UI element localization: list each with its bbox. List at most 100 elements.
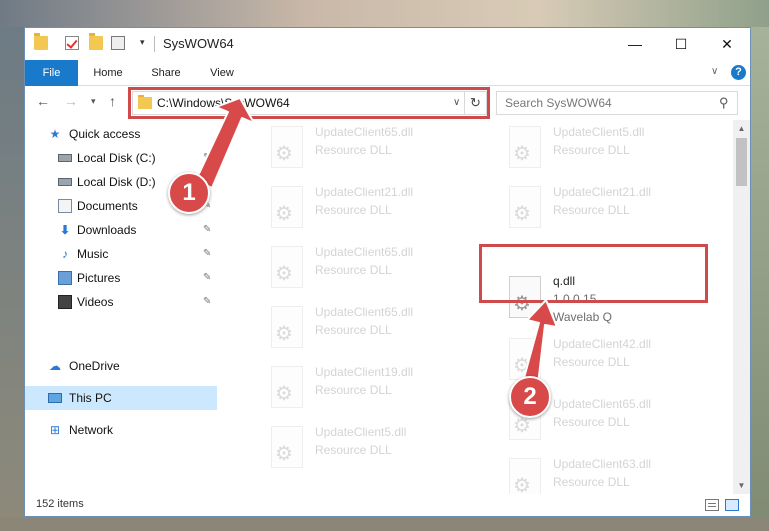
file-name: UpdateClient65.dll [553, 397, 652, 411]
file-item[interactable]: ⚙ UpdateClient65.dll Resource DLL [241, 242, 471, 292]
address-bar-highlight [128, 87, 490, 119]
nav-item-local-disk-c[interactable]: Local Disk (C:) ✎ [25, 146, 217, 170]
file-name: UpdateClient65.dll [315, 125, 414, 139]
window-title: SysWOW64 [163, 36, 234, 51]
nav-item-this-pc[interactable]: This PC [25, 386, 217, 410]
large-icons-view-icon[interactable] [725, 499, 739, 511]
title-bar: ▾ SysWOW64 — ☐ ✕ [25, 28, 750, 60]
expand-ribbon-chevron-icon[interactable]: ∨ [711, 66, 718, 77]
scroll-up-arrow-icon[interactable]: ▲ [733, 120, 750, 137]
nav-item-label: This PC [69, 391, 112, 405]
nav-item-label: Videos [77, 295, 114, 309]
folder-icon [34, 33, 48, 50]
help-icon[interactable]: ? [731, 65, 746, 80]
desktop-background-bottom [0, 517, 769, 531]
file-name: UpdateClient5.dll [315, 425, 407, 439]
nav-item-videos[interactable]: Videos ✎ [25, 290, 217, 314]
pin-icon[interactable]: ✎ [203, 272, 211, 283]
file-item[interactable]: ⚙ UpdateClient63.dll Resource DLL [479, 454, 709, 494]
dll-file-icon: ⚙ [267, 186, 307, 230]
videos-icon [58, 295, 72, 309]
nav-item-label: Quick access [69, 127, 141, 141]
onedrive-icon: ☁ [49, 359, 61, 373]
tab-home[interactable]: Home [82, 60, 134, 86]
pin-icon[interactable]: ✎ [203, 296, 211, 307]
vertical-scrollbar[interactable]: ▲ ▼ [733, 120, 750, 494]
file-type: Resource DLL [315, 323, 392, 337]
pin-icon[interactable]: ✎ [203, 224, 211, 235]
nav-item-network[interactable]: ⊞ Network [25, 418, 217, 442]
nav-item-label: OneDrive [69, 359, 120, 373]
dll-file-icon: ⚙ [267, 246, 307, 290]
file-name: UpdateClient42.dll [553, 337, 652, 351]
quick-access-toolbar-dropdown-icon[interactable]: ▾ [140, 37, 145, 48]
dll-file-icon: ⚙ [267, 306, 307, 350]
file-company: Wavelab Q [553, 310, 612, 324]
star-icon: ★ [49, 127, 61, 141]
step-2-badge: 2 [509, 376, 551, 418]
recent-locations-chevron-icon[interactable]: ▾ [91, 96, 96, 107]
nav-item-label: Documents [77, 199, 138, 213]
file-item[interactable]: ⚙ UpdateClient42.dll Resource DLL [479, 334, 709, 384]
ribbon-tabs: File Home Share View ∨ ? [25, 60, 750, 86]
file-name: UpdateClient5.dll [553, 125, 645, 139]
tab-file[interactable]: File [25, 60, 78, 86]
close-button[interactable]: ✕ [704, 28, 750, 60]
tab-view[interactable]: View [197, 60, 247, 86]
dll-file-icon: ⚙ [267, 366, 307, 410]
file-item[interactable]: ⚙ UpdateClient21.dll Resource DLL [241, 182, 471, 232]
nav-item-music[interactable]: ♪ Music ✎ [25, 242, 217, 266]
search-placeholder[interactable]: Search SysWOW64 [505, 96, 612, 110]
new-folder-icon[interactable] [89, 33, 103, 50]
nav-item-label: Downloads [77, 223, 137, 237]
file-name: UpdateClient63.dll [553, 457, 652, 471]
file-item[interactable]: ⚙ UpdateClient65.dll Resource DLL [241, 302, 471, 352]
desktop-background-right [751, 27, 769, 531]
nav-item-pictures[interactable]: Pictures ✎ [25, 266, 217, 290]
file-type: Resource DLL [315, 443, 392, 457]
file-type: Resource DLL [553, 143, 630, 157]
file-type: Resource DLL [553, 203, 630, 217]
nav-item-quick-access[interactable]: ★ Quick access [25, 122, 217, 146]
customize-view-icon[interactable] [111, 36, 125, 50]
file-type: Resource DLL [315, 383, 392, 397]
forward-arrow-icon[interactable]: → [64, 93, 78, 109]
file-name: UpdateClient65.dll [315, 305, 414, 319]
desktop-background-left [0, 27, 24, 531]
pin-icon[interactable]: ✎ [203, 248, 211, 259]
maximize-button[interactable]: ☐ [658, 28, 704, 60]
search-icon[interactable]: ⚲ [719, 95, 729, 111]
minimize-button[interactable]: — [612, 28, 658, 60]
pin-icon[interactable]: ✎ [203, 152, 211, 163]
file-item[interactable]: ⚙ UpdateClient65.dll Resource DLL [241, 122, 471, 172]
network-icon: ⊞ [49, 423, 61, 437]
file-item[interactable]: ⚙ UpdateClient5.dll Resource DLL [479, 122, 709, 172]
scroll-down-arrow-icon[interactable]: ▼ [733, 477, 750, 494]
nav-item-onedrive[interactable]: ☁ OneDrive [25, 354, 217, 378]
tab-share[interactable]: Share [139, 60, 193, 86]
properties-check-icon[interactable] [65, 36, 79, 50]
desktop-background-top [0, 0, 769, 27]
downloads-icon: ⬇ [59, 223, 71, 237]
scroll-thumb[interactable] [736, 138, 747, 186]
file-type: Resource DLL [315, 203, 392, 217]
dll-file-icon: ⚙ [267, 126, 307, 170]
music-icon: ♪ [62, 247, 68, 261]
back-arrow-icon[interactable]: ← [36, 93, 50, 109]
file-item[interactable]: ⚙ UpdateClient21.dll Resource DLL [479, 182, 709, 232]
item-count: 152 items [36, 498, 84, 510]
up-arrow-icon[interactable]: ↑ [109, 93, 116, 109]
dll-file-icon: ⚙ [267, 426, 307, 470]
file-type: Resource DLL [553, 355, 630, 369]
file-item[interactable]: ⚙ UpdateClient5.dll Resource DLL [241, 422, 471, 472]
details-view-icon[interactable] [705, 499, 719, 511]
dll-file-icon: ⚙ [505, 126, 545, 170]
file-name: UpdateClient21.dll [315, 185, 414, 199]
search-box[interactable]: Search SysWOW64 ⚲ [496, 91, 738, 115]
step-1-badge: 1 [168, 172, 210, 214]
nav-item-label: Pictures [77, 271, 121, 285]
nav-item-downloads[interactable]: ⬇ Downloads ✎ [25, 218, 217, 242]
file-item[interactable]: ⚙ UpdateClient19.dll Resource DLL [241, 362, 471, 412]
nav-item-label: Local Disk (C:) [77, 151, 156, 165]
file-type: Resource DLL [553, 475, 630, 489]
